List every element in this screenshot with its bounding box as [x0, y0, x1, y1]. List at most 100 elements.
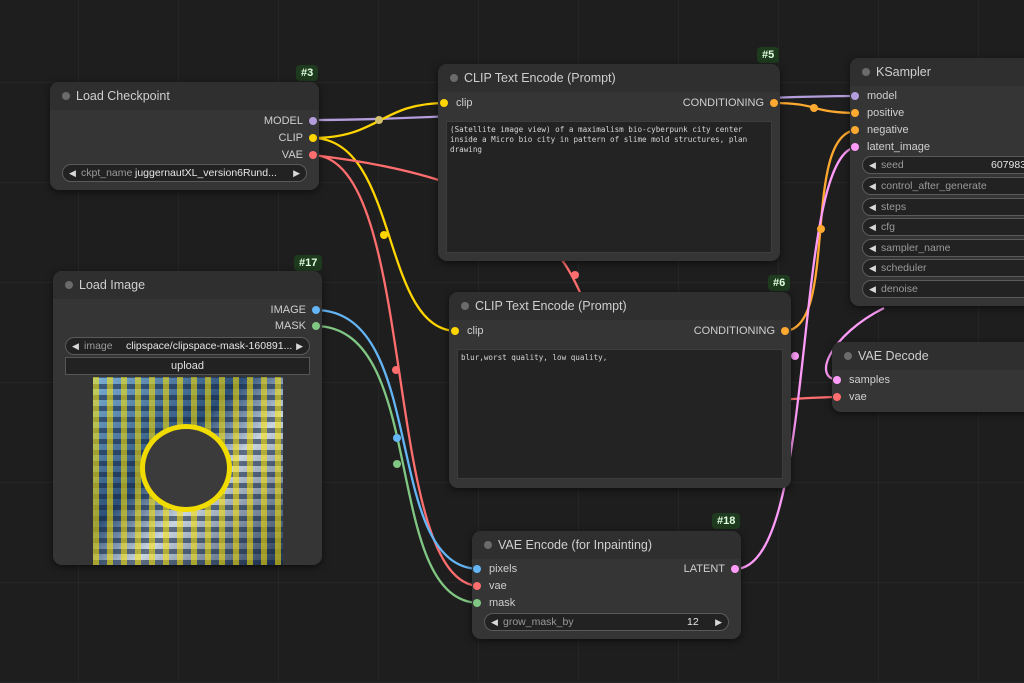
- arrow-left-icon[interactable]: ◀: [869, 199, 876, 215]
- node-header[interactable]: Load Checkpoint: [50, 82, 319, 110]
- output-conditioning[interactable]: CONDITIONING: [683, 96, 778, 110]
- output-dot[interactable]: [731, 565, 739, 573]
- arrow-left-icon[interactable]: ◀: [72, 338, 79, 354]
- input-dot[interactable]: [851, 143, 859, 151]
- scheduler-widget[interactable]: ◀ scheduler: [862, 259, 1024, 277]
- arrow-left-icon[interactable]: ◀: [869, 157, 876, 173]
- sampler-name-widget[interactable]: ◀ sampler_name: [862, 239, 1024, 257]
- input-dot[interactable]: [473, 565, 481, 573]
- input-vae[interactable]: vae: [473, 579, 507, 593]
- input-dot[interactable]: [851, 126, 859, 134]
- denoise-widget[interactable]: ◀ denoise: [862, 280, 1024, 298]
- node-header[interactable]: Load Image: [53, 271, 322, 299]
- output-model[interactable]: MODEL: [264, 114, 317, 128]
- seed-widget[interactable]: ◀ seed 607983: [862, 156, 1024, 174]
- node-header[interactable]: VAE Decode: [832, 342, 1024, 370]
- collapse-dot[interactable]: [862, 68, 870, 76]
- arrow-right-icon[interactable]: ▶: [293, 165, 300, 181]
- arrow-left-icon[interactable]: ◀: [869, 260, 876, 276]
- input-dot[interactable]: [451, 327, 459, 335]
- input-dot[interactable]: [851, 109, 859, 117]
- node-vae-decode[interactable]: VAE Decode samples vae: [832, 342, 1024, 412]
- node-title: KSampler: [876, 65, 931, 79]
- node-title: CLIP Text Encode (Prompt): [464, 71, 616, 85]
- upload-button[interactable]: upload: [65, 357, 310, 375]
- collapse-dot[interactable]: [844, 352, 852, 360]
- node-vae-encode-inpainting[interactable]: VAE Encode (for Inpainting) pixels vae m…: [472, 531, 741, 639]
- wire-midpoint-dot: [393, 460, 401, 468]
- output-image[interactable]: IMAGE: [271, 303, 320, 317]
- input-vae[interactable]: vae: [833, 390, 867, 404]
- wire-midpoint-dot: [393, 434, 401, 442]
- node-id-badge: #6: [768, 275, 791, 291]
- arrow-left-icon[interactable]: ◀: [869, 240, 876, 256]
- node-title: CLIP Text Encode (Prompt): [475, 299, 627, 313]
- image-combo[interactable]: ◀ image clipspace/clipspace-mask-160891.…: [65, 337, 310, 355]
- arrow-left-icon[interactable]: ◀: [869, 219, 876, 235]
- node-clip-text-encode-negative[interactable]: CLIP Text Encode (Prompt) clip CONDITION…: [449, 292, 791, 488]
- node-id-badge: #17: [294, 255, 323, 271]
- node-header[interactable]: CLIP Text Encode (Prompt): [449, 292, 791, 320]
- output-dot[interactable]: [781, 327, 789, 335]
- image-preview: [93, 377, 283, 565]
- ckpt-name-combo[interactable]: ◀ ckpt_name juggernautXL_version6Rund...…: [62, 164, 307, 182]
- input-dot[interactable]: [851, 92, 859, 100]
- cfg-widget[interactable]: ◀ cfg: [862, 218, 1024, 236]
- input-samples[interactable]: samples: [833, 373, 890, 387]
- grow-mask-by-widget[interactable]: ◀ grow_mask_by 12 ▶: [484, 613, 729, 631]
- input-dot[interactable]: [473, 599, 481, 607]
- output-vae[interactable]: VAE: [282, 148, 317, 162]
- input-negative[interactable]: negative: [851, 123, 909, 137]
- node-title: Load Checkpoint: [76, 89, 170, 103]
- collapse-dot[interactable]: [65, 281, 73, 289]
- control-after-generate-widget[interactable]: ◀ control_after_generate: [862, 177, 1024, 195]
- output-dot[interactable]: [770, 99, 778, 107]
- node-clip-text-encode-positive[interactable]: CLIP Text Encode (Prompt) clip CONDITION…: [438, 64, 780, 261]
- output-conditioning[interactable]: CONDITIONING: [694, 324, 789, 338]
- steps-widget[interactable]: ◀ steps: [862, 198, 1024, 216]
- output-dot[interactable]: [312, 306, 320, 314]
- node-id-badge: #3: [296, 65, 319, 81]
- mask-hole: [145, 429, 227, 507]
- arrow-left-icon[interactable]: ◀: [491, 614, 498, 630]
- output-clip[interactable]: CLIP: [279, 131, 317, 145]
- node-header[interactable]: CLIP Text Encode (Prompt): [438, 64, 780, 92]
- node-load-image[interactable]: Load Image IMAGE MASK ◀ image clipspace/…: [53, 271, 322, 565]
- arrow-right-icon[interactable]: ▶: [296, 338, 303, 354]
- input-dot[interactable]: [833, 393, 841, 401]
- node-title: VAE Decode: [858, 349, 929, 363]
- output-dot[interactable]: [312, 322, 320, 330]
- output-mask[interactable]: MASK: [275, 319, 320, 333]
- input-positive[interactable]: positive: [851, 106, 904, 120]
- input-dot[interactable]: [440, 99, 448, 107]
- input-latent-image[interactable]: latent_image: [851, 140, 930, 154]
- collapse-dot[interactable]: [461, 302, 469, 310]
- prompt-textarea[interactable]: blur,worst quality, low quality,: [457, 349, 783, 479]
- input-clip[interactable]: clip: [451, 324, 484, 338]
- node-header[interactable]: KSampler: [850, 58, 1024, 86]
- input-dot[interactable]: [473, 582, 481, 590]
- arrow-right-icon[interactable]: ▶: [715, 614, 722, 630]
- node-load-checkpoint[interactable]: Load Checkpoint MODEL CLIP VAE ◀ ckpt_na…: [50, 82, 319, 190]
- node-ksampler[interactable]: KSampler model positive negative latent_…: [850, 58, 1024, 306]
- input-dot[interactable]: [833, 376, 841, 384]
- input-pixels[interactable]: pixels: [473, 562, 517, 576]
- arrow-left-icon[interactable]: ◀: [69, 165, 76, 181]
- output-dot[interactable]: [309, 134, 317, 142]
- wire-midpoint-dot: [791, 352, 799, 360]
- wire-midpoint-dot: [810, 104, 818, 112]
- node-header[interactable]: VAE Encode (for Inpainting): [472, 531, 741, 559]
- collapse-dot[interactable]: [450, 74, 458, 82]
- output-dot[interactable]: [309, 117, 317, 125]
- output-latent[interactable]: LATENT: [684, 562, 739, 576]
- arrow-left-icon[interactable]: ◀: [869, 281, 876, 297]
- input-mask[interactable]: mask: [473, 596, 515, 610]
- input-model[interactable]: model: [851, 89, 897, 103]
- arrow-left-icon[interactable]: ◀: [869, 178, 876, 194]
- output-dot[interactable]: [309, 151, 317, 159]
- collapse-dot[interactable]: [62, 92, 70, 100]
- node-id-badge: #18: [712, 513, 741, 529]
- input-clip[interactable]: clip: [440, 96, 473, 110]
- collapse-dot[interactable]: [484, 541, 492, 549]
- prompt-textarea[interactable]: (Satellite image view) of a maximalism b…: [446, 121, 772, 253]
